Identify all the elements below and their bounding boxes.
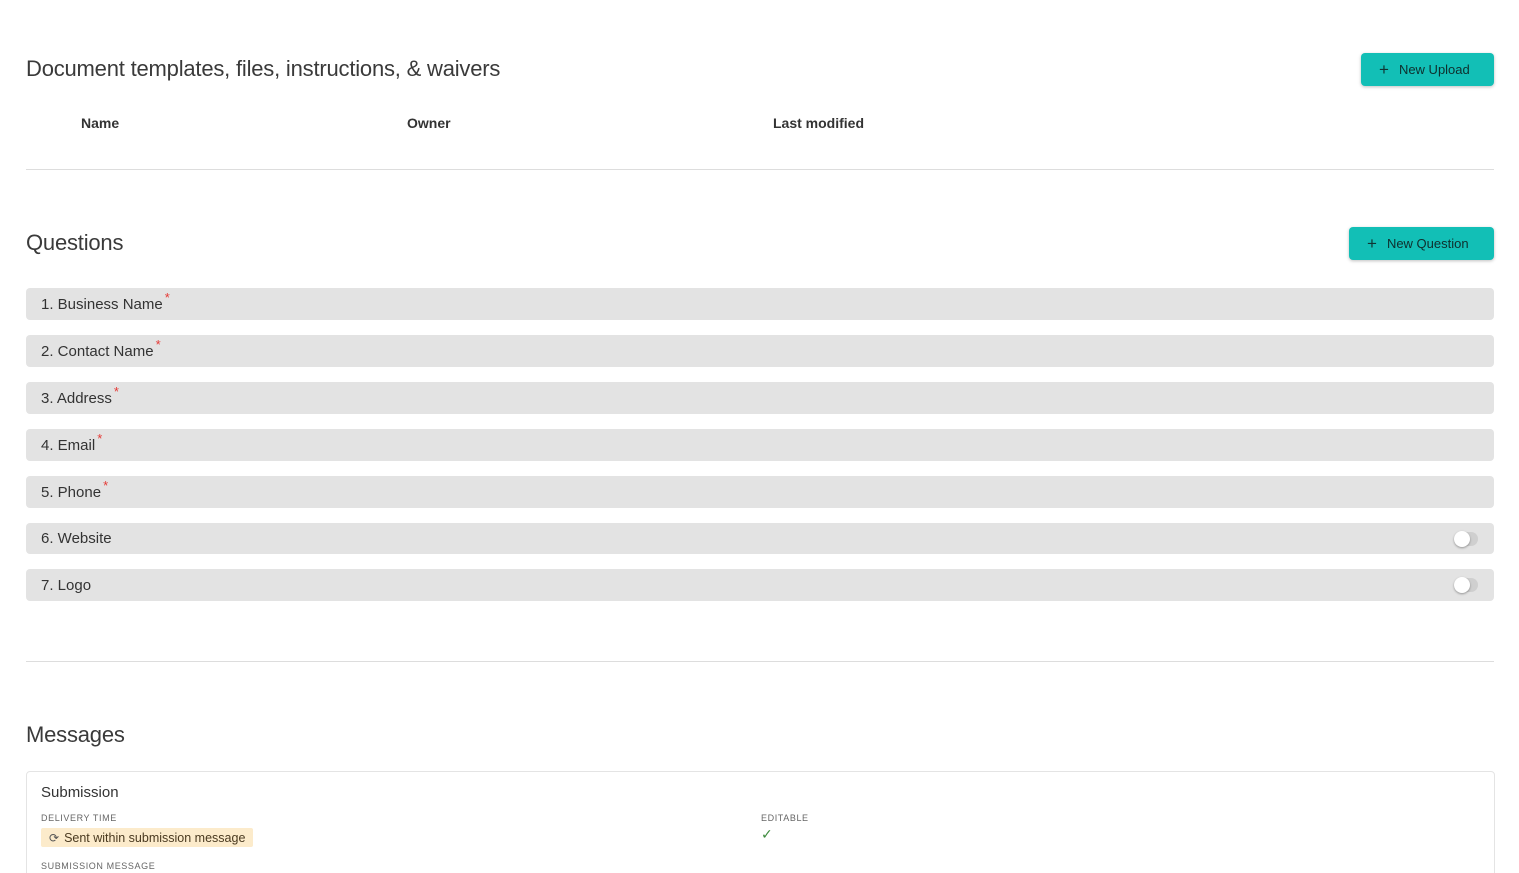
new-question-label: New Question [1386, 236, 1469, 251]
website-toggle[interactable] [1454, 531, 1478, 547]
question-label: 5. Phone [41, 483, 102, 501]
new-upload-button[interactable]: + New Upload [1361, 53, 1494, 86]
plus-icon: + [1367, 234, 1377, 253]
toggle-knob [1454, 531, 1470, 547]
new-upload-label: New Upload [1398, 62, 1470, 77]
question-row[interactable]: 1. Business Name * [26, 288, 1494, 320]
delivery-status-text: Sent within submission message [64, 830, 246, 845]
question-label: 2. Contact Name [41, 342, 154, 360]
delivery-status-badge: ⟳ Sent within submission message [41, 828, 254, 847]
question-row[interactable]: 5. Phone * [26, 476, 1494, 508]
question-row[interactable]: 2. Contact Name * [26, 335, 1494, 367]
question-row[interactable]: 3. Address * [26, 382, 1494, 414]
required-marker: * [103, 477, 109, 493]
question-row[interactable]: 6. Website [26, 523, 1494, 554]
question-label: 7. Logo [41, 576, 92, 594]
question-label: 6. Website [41, 530, 112, 547]
section-divider [26, 169, 1494, 170]
delivery-time-label: DELIVERY TIME [41, 813, 117, 823]
toggle-knob [1454, 577, 1470, 593]
question-label: 1. Business Name [41, 295, 163, 313]
documents-section-title: Document templates, files, instructions,… [26, 56, 501, 81]
question-label: 4. Email [41, 436, 96, 454]
question-row[interactable]: 7. Logo [26, 569, 1494, 601]
messages-section-title: Messages [26, 722, 125, 747]
required-marker: * [155, 336, 161, 352]
column-header-last-modified[interactable]: Last modified [773, 115, 864, 131]
check-icon: ✓ [761, 826, 773, 842]
message-card-title: Submission [41, 784, 119, 801]
section-divider [26, 661, 1494, 662]
column-header-owner[interactable]: Owner [407, 115, 451, 131]
editable-label: EDITABLE [761, 813, 809, 823]
required-marker: * [113, 383, 119, 399]
required-marker: * [164, 289, 170, 305]
submission-message-card[interactable]: Submission DELIVERY TIME ⟳ Sent within s… [26, 771, 1495, 873]
sync-icon: ⟳ [49, 830, 60, 845]
column-header-name[interactable]: Name [81, 115, 119, 131]
submission-message-label: SUBMISSION MESSAGE [41, 861, 156, 871]
logo-toggle[interactable] [1454, 577, 1478, 593]
plus-icon: + [1379, 60, 1389, 79]
question-label: 3. Address [41, 389, 112, 407]
question-row[interactable]: 4. Email * [26, 429, 1494, 461]
documents-table-header: Name Owner Last modified [26, 115, 1494, 135]
questions-section-title: Questions [26, 230, 124, 255]
new-question-button[interactable]: + New Question [1349, 227, 1494, 260]
required-marker: * [97, 430, 103, 446]
